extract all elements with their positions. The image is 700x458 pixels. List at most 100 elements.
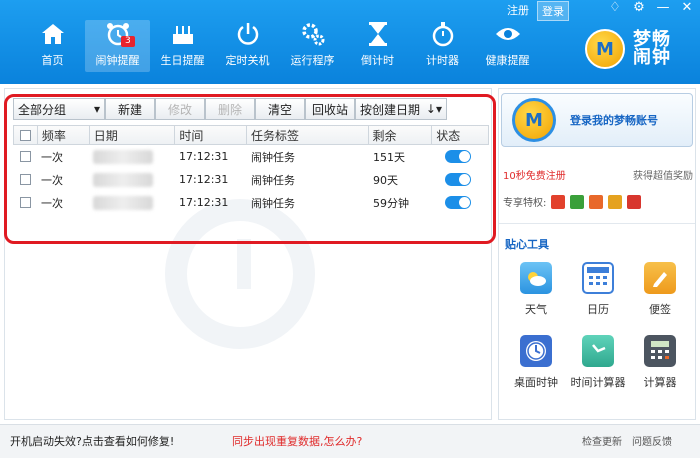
clear-button[interactable]: 清空 [255, 98, 305, 120]
skin-icon[interactable]: ♢ [608, 0, 622, 15]
nav-run-program[interactable]: 运行程序 [280, 20, 345, 72]
column-status[interactable]: 状态 [432, 126, 488, 144]
logo-text: 梦畅 闹钟 [633, 31, 671, 67]
row-remaining: 90天 [373, 173, 398, 187]
nav-shutdown[interactable]: 定时关机 [215, 20, 280, 72]
tool-desktop-clock[interactable]: 桌面时钟 [505, 335, 567, 390]
row-checkbox[interactable] [19, 197, 31, 208]
hourglass-icon [365, 21, 391, 47]
row-status-cell [433, 168, 489, 191]
delete-button[interactable]: 删除 [205, 98, 255, 120]
check-update-link[interactable]: 检查更新 [582, 433, 622, 448]
row-time: 17:12:31 [179, 150, 229, 163]
gear-icon[interactable]: ⚙ [632, 0, 646, 15]
duplicate-data-link[interactable]: 同步出现重复数据,怎么办? [232, 433, 362, 449]
title-bar: 注册 登录 ♢ ⚙ — ✕ 首页 3 闹钟提醒 生日提醒 定时关机 运行程序 倒… [0, 0, 700, 84]
reward-link[interactable]: 获得超值奖励 [633, 167, 693, 182]
table-row[interactable]: 一次 17:12:31 闹钟任务 90天 [13, 168, 489, 191]
note-pencil-icon [644, 262, 676, 294]
login-card-text: 登录我的梦畅账号 [570, 114, 658, 127]
row-date-redacted [89, 145, 175, 168]
row-checkbox[interactable] [19, 174, 31, 185]
row-label: 闹钟任务 [251, 173, 295, 187]
select-all-checkbox[interactable] [19, 129, 31, 141]
sort-dropdown-value: 按创建日期 [360, 102, 421, 117]
group-dropdown[interactable]: 全部分组 ▾ [13, 98, 105, 120]
row-label: 闹钟任务 [251, 150, 295, 164]
leaf-privilege-icon[interactable] [570, 194, 585, 209]
birthday-cake-icon [170, 21, 196, 47]
main-nav: 首页 3 闹钟提醒 生日提醒 定时关机 运行程序 倒计时 计时器 健康提醒 [20, 20, 540, 72]
nav-label: 生日提醒 [160, 54, 205, 67]
redacted-date [93, 195, 153, 210]
nav-home[interactable]: 首页 [20, 20, 85, 72]
table-row[interactable]: 一次 17:12:31 闹钟任务 59分钟 [13, 191, 489, 214]
nav-alarm[interactable]: 3 闹钟提醒 [85, 20, 150, 72]
table-row[interactable]: 一次 17:12:31 闹钟任务 151天 [13, 145, 489, 168]
stopwatch-icon [430, 21, 456, 47]
sidebar-panel: M 登录我的梦畅账号 10秒免费注册 获得超值奖励 专享特权: 贴心工具 天气 … [498, 88, 696, 420]
close-icon[interactable]: ✕ [680, 0, 694, 15]
redacted-date [93, 172, 153, 187]
status-toggle[interactable] [445, 173, 471, 186]
row-checkbox-cell [13, 191, 37, 214]
column-task-label[interactable]: 任务标签 [247, 126, 369, 144]
gift-privilege-icon[interactable] [551, 194, 566, 209]
alarm-count-badge: 3 [121, 36, 135, 47]
column-remaining[interactable]: 剩余 [369, 126, 433, 144]
redacted-date [93, 149, 153, 164]
tool-calendar[interactable]: 日历 [567, 262, 629, 317]
desktop-clock-icon [520, 335, 552, 367]
table-header: 频率 日期 时间 任务标签 剩余 状态 [13, 125, 489, 145]
tools-grid: 天气 日历 便签 桌面时钟 时间计算器 计算器 [505, 262, 691, 390]
nav-label: 首页 [41, 54, 64, 67]
nav-birthday[interactable]: 生日提醒 [150, 20, 215, 72]
nav-countdown[interactable]: 倒计时 [345, 20, 410, 72]
nav-label: 倒计时 [361, 54, 394, 67]
nav-label: 运行程序 [290, 54, 335, 67]
tool-time-calculator[interactable]: 时间计算器 [567, 335, 629, 390]
tool-calculator[interactable]: 计算器 [629, 335, 691, 390]
status-bar: 开机启动失效?点击查看如何修复! 同步出现重复数据,怎么办? 检查更新 问题反馈 [0, 424, 700, 458]
row-frequency: 一次 [41, 196, 63, 210]
nav-label: 定时关机 [225, 54, 270, 67]
account-login-card[interactable]: M 登录我的梦畅账号 [501, 93, 693, 147]
clock-watermark-icon [165, 199, 315, 349]
calculator-icon [644, 335, 676, 367]
box-privilege-icon[interactable] [627, 194, 642, 209]
row-checkbox-cell [13, 145, 37, 168]
tool-note[interactable]: 便签 [629, 262, 691, 317]
edit-button[interactable]: 修改 [155, 98, 205, 120]
present-privilege-icon[interactable] [608, 194, 623, 209]
status-toggle[interactable] [445, 150, 471, 163]
sort-dropdown[interactable]: 按创建日期 ↓▾ [355, 98, 447, 120]
feedback-link[interactable]: 问题反馈 [632, 433, 672, 448]
startup-fix-link[interactable]: 开机启动失效?点击查看如何修复! [10, 433, 174, 449]
recycle-bin-button[interactable]: 回收站 [305, 98, 355, 120]
logo-badge-icon: M [585, 29, 625, 69]
free-register-link[interactable]: 10秒免费注册 [503, 167, 566, 182]
nav-health[interactable]: 健康提醒 [475, 20, 540, 72]
account-avatar-icon: M [512, 98, 556, 142]
nav-timer[interactable]: 计时器 [410, 20, 475, 72]
column-date[interactable]: 日期 [90, 126, 176, 144]
tool-label: 天气 [525, 303, 547, 316]
new-button[interactable]: 新建 [105, 98, 155, 120]
minimize-icon[interactable]: — [656, 0, 670, 15]
power-icon [235, 21, 261, 47]
app-logo: M 梦畅 闹钟 [585, 27, 695, 71]
column-time[interactable]: 时间 [175, 126, 248, 144]
login-link[interactable]: 登录 [537, 1, 569, 21]
card-privilege-icon[interactable] [589, 194, 604, 209]
tool-label: 计算器 [643, 376, 677, 389]
row-remaining: 151天 [373, 150, 405, 164]
register-link[interactable]: 注册 [503, 1, 533, 21]
sidebar-divider [499, 223, 695, 224]
row-remaining: 59分钟 [373, 196, 409, 210]
row-checkbox[interactable] [19, 151, 31, 162]
weather-icon [520, 262, 552, 294]
row-checkbox-cell [13, 168, 37, 191]
column-frequency[interactable]: 频率 [38, 126, 90, 144]
status-toggle[interactable] [445, 196, 471, 209]
tool-weather[interactable]: 天气 [505, 262, 567, 317]
